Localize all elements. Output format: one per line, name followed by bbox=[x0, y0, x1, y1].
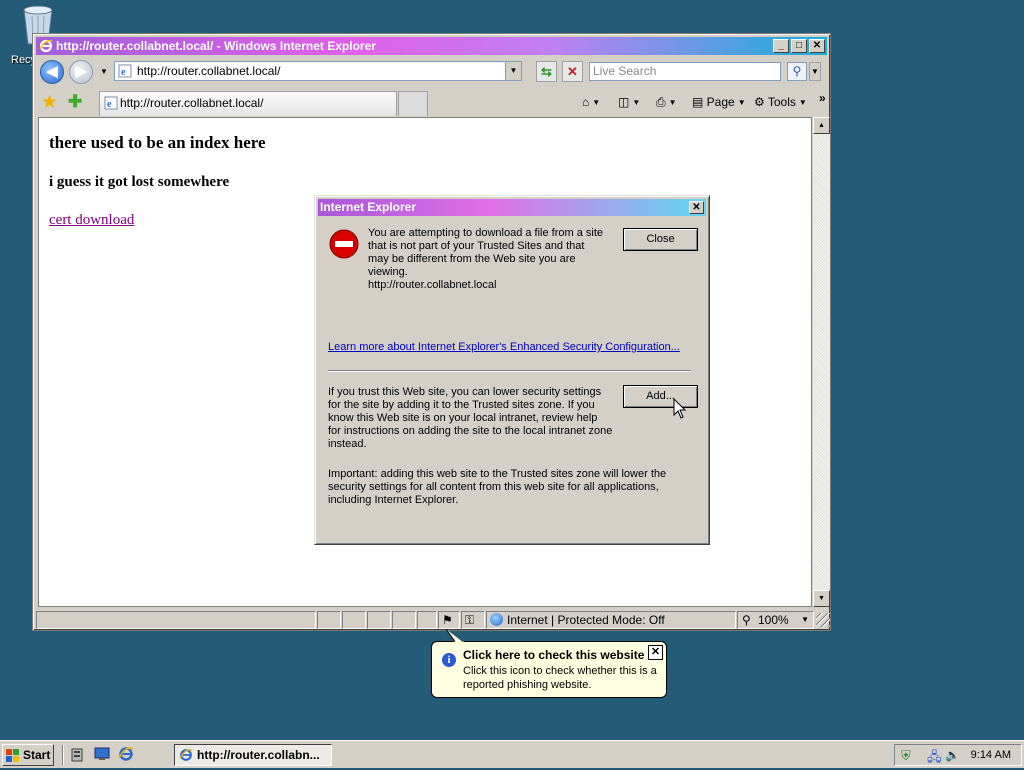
page-menu-label: Page bbox=[706, 95, 735, 109]
search-input[interactable]: Live Search bbox=[589, 62, 781, 81]
phishing-balloon-tooltip[interactable]: i Click here to check this website Click… bbox=[431, 629, 667, 698]
zoom-control[interactable]: ⚲ 100% ▼ bbox=[737, 611, 814, 629]
status-cell bbox=[367, 611, 391, 629]
network-tray-icon[interactable]: 🖧 bbox=[927, 748, 942, 770]
status-cell bbox=[317, 611, 341, 629]
dialog-divider bbox=[328, 370, 691, 372]
navigation-bar: ◀ ▶ ▼ e http://router.collabnet.local/ ▼… bbox=[36, 58, 827, 86]
search-options-icon[interactable]: ▼ bbox=[809, 62, 821, 81]
scroll-up-icon[interactable]: ▲ bbox=[813, 117, 830, 134]
minimize-button[interactable]: _ bbox=[773, 39, 789, 53]
page-icon: e bbox=[118, 64, 132, 78]
window-titlebar[interactable]: http://router.collabnet.local/ - Windows… bbox=[36, 37, 827, 55]
security-dialog: Internet Explorer ✕ You are attempting t… bbox=[314, 195, 710, 545]
page-subheading: i guess it got lost somewhere bbox=[49, 174, 230, 190]
tools-menu[interactable]: ⚙ Tools ▼ bbox=[754, 93, 807, 112]
clock[interactable]: 9:14 AM bbox=[971, 745, 1011, 765]
page-heading: there used to be an index here bbox=[49, 133, 266, 152]
task-ie-icon bbox=[179, 749, 193, 761]
start-button[interactable]: Start bbox=[2, 744, 54, 766]
back-button[interactable]: ◀ bbox=[40, 60, 64, 84]
add-favorite-icon[interactable]: ✚ bbox=[68, 92, 82, 112]
stop-icon[interactable]: ✕ bbox=[562, 61, 583, 82]
info-icon: i bbox=[442, 653, 456, 667]
start-label: Start bbox=[23, 748, 51, 762]
tab-page-icon: e bbox=[104, 96, 118, 110]
protected-mode-icon[interactable]: ⚿ bbox=[461, 611, 485, 629]
ie-logo-icon bbox=[39, 39, 53, 53]
address-dropdown-icon[interactable]: ▼ bbox=[505, 62, 521, 80]
new-tab-button[interactable] bbox=[398, 91, 428, 116]
dialog-titlebar[interactable]: Internet Explorer ✕ bbox=[318, 199, 706, 216]
balloon-body: Click this icon to check whether this is… bbox=[463, 665, 657, 691]
print-icon[interactable]: ⎙ ▼ bbox=[656, 93, 677, 112]
taskbar: Start http://router.collabn... ⛨ 🖧 🔈 9:1… bbox=[0, 740, 1024, 768]
svg-text:e: e bbox=[121, 67, 126, 78]
trust-instructions: If you trust this Web site, you can lowe… bbox=[328, 386, 613, 450]
status-cell bbox=[392, 611, 416, 629]
show-desktop-icon[interactable] bbox=[94, 746, 110, 765]
maximize-button[interactable]: □ bbox=[791, 39, 807, 53]
tools-menu-label: Tools bbox=[767, 95, 796, 109]
address-bar[interactable]: e http://router.collabnet.local/ ▼ bbox=[114, 61, 522, 81]
refresh-icon[interactable]: ⇆ bbox=[536, 61, 557, 82]
favorites-star-icon[interactable]: ★ bbox=[41, 91, 58, 114]
tab-current[interactable]: e http://router.collabnet.local/ bbox=[99, 91, 397, 116]
quick-launch-ie-icon[interactable] bbox=[118, 746, 134, 765]
taskbar-ie-window-button[interactable]: http://router.collabn... bbox=[174, 744, 332, 766]
window-title: http://router.collabnet.local/ - Windows… bbox=[56, 39, 376, 53]
resize-grip-icon[interactable] bbox=[816, 613, 830, 627]
status-cell bbox=[417, 611, 437, 629]
stop-sign-icon bbox=[329, 229, 359, 259]
balloon-close-button[interactable]: ✕ bbox=[648, 645, 663, 660]
zoom-level: 100% bbox=[758, 613, 789, 627]
favorites-bar: ★ ✚ e http://router.collabnet.local/ ⌂ ▼ … bbox=[36, 89, 827, 117]
balloon-tail bbox=[445, 629, 464, 643]
cert-download-link[interactable]: cert download bbox=[49, 212, 134, 229]
volume-tray-icon[interactable]: 🔈 bbox=[945, 748, 960, 762]
dialog-site: http://router.collabnet.local bbox=[368, 279, 497, 291]
close-button[interactable]: Close bbox=[623, 228, 698, 251]
task-label: http://router.collabn... bbox=[197, 748, 320, 762]
history-dropdown-icon[interactable]: ▼ bbox=[100, 67, 108, 76]
learn-more-link[interactable]: Learn more about Internet Explorer's Enh… bbox=[328, 341, 680, 353]
taskbar-separator bbox=[62, 745, 64, 765]
server-manager-icon[interactable] bbox=[70, 746, 86, 765]
zoom-dropdown-icon[interactable]: ▼ bbox=[801, 612, 809, 628]
dialog-close-icon[interactable]: ✕ bbox=[689, 201, 704, 214]
feeds-icon[interactable]: ◫ ▼ bbox=[618, 93, 640, 112]
security-tray-icon[interactable]: ⛨ bbox=[901, 748, 911, 764]
more-commands-button[interactable]: » bbox=[819, 89, 826, 107]
security-zone-text: Internet | Protected Mode: Off bbox=[507, 613, 665, 627]
dialog-title: Internet Explorer bbox=[320, 200, 417, 214]
home-icon[interactable]: ⌂ ▼ bbox=[582, 93, 600, 112]
windows-logo-icon bbox=[6, 749, 19, 762]
important-note: Important: adding this web site to the T… bbox=[328, 468, 667, 506]
phishing-filter-icon[interactable]: ⚑ bbox=[438, 611, 460, 629]
vertical-scrollbar[interactable]: ▲ ▼ bbox=[813, 117, 830, 607]
svg-text:e: e bbox=[107, 99, 112, 110]
status-cell bbox=[342, 611, 366, 629]
dialog-message: You are attempting to download a file fr… bbox=[368, 227, 604, 278]
status-text-cell bbox=[36, 611, 316, 629]
scroll-down-icon[interactable]: ▼ bbox=[813, 590, 830, 607]
security-zone[interactable]: Internet | Protected Mode: Off bbox=[486, 611, 736, 629]
balloon-title: Click here to check this website bbox=[463, 648, 645, 662]
system-tray: ⛨ 🖧 🔈 9:14 AM bbox=[894, 744, 1022, 766]
search-icon[interactable]: ⚲ bbox=[787, 62, 807, 81]
zoom-icon: ⚲ bbox=[742, 613, 751, 627]
forward-button[interactable]: ▶ bbox=[69, 60, 93, 84]
page-menu[interactable]: ▤ Page ▼ bbox=[692, 93, 746, 112]
status-bar: ⚑ ⚿ Internet | Protected Mode: Off ⚲ 100… bbox=[36, 611, 830, 629]
address-text: http://router.collabnet.local/ bbox=[137, 64, 281, 78]
window-close-button[interactable]: ✕ bbox=[809, 39, 825, 53]
globe-icon bbox=[490, 613, 503, 626]
mouse-cursor-icon bbox=[673, 398, 687, 419]
tab-label: http://router.collabnet.local/ bbox=[120, 96, 264, 110]
